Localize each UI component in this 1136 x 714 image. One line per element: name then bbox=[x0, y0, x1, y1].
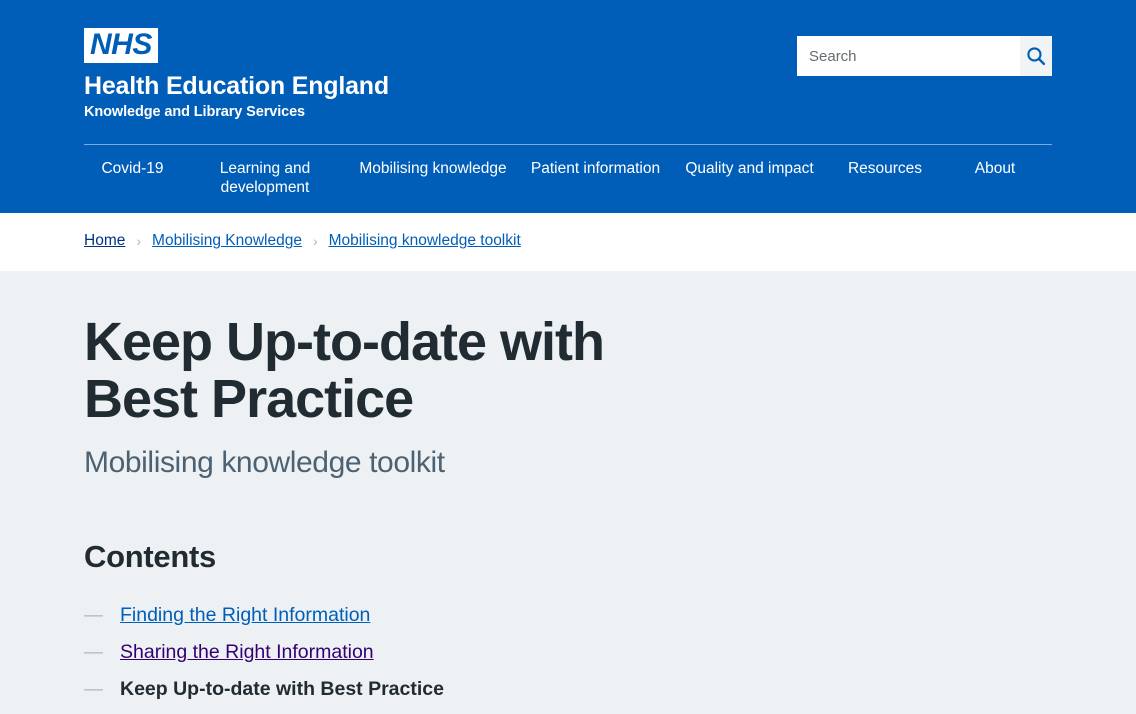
list-item: — Keep Up-to-date with Best Practice bbox=[84, 677, 1052, 714]
search-icon bbox=[1025, 45, 1047, 67]
page-title: Keep Up-to-date with Best Practice bbox=[84, 312, 605, 429]
main-content: Keep Up-to-date with Best Practice Mobil… bbox=[0, 271, 1136, 714]
search-submit-button[interactable] bbox=[1020, 36, 1052, 76]
nav-item-quality-and-impact[interactable]: Quality and impact bbox=[674, 159, 825, 178]
chevron-right-icon: › bbox=[312, 233, 318, 249]
list-item: — Sharing the Right Information bbox=[84, 640, 1052, 677]
nhs-logo-text: NHS bbox=[90, 28, 152, 61]
primary-navigation: Covid-19 Learning and development Mobili… bbox=[84, 145, 1052, 213]
dash-marker-icon: — bbox=[84, 679, 103, 700]
contents-list: — Finding the Right Information — Sharin… bbox=[84, 575, 1052, 714]
header-divider bbox=[84, 144, 1052, 145]
list-item: — Finding the Right Information bbox=[84, 603, 1052, 640]
search-input[interactable] bbox=[797, 36, 1020, 76]
header-top-row: NHS Health Education England Knowledge a… bbox=[84, 0, 1052, 144]
brand-subtitle: Knowledge and Library Services bbox=[84, 104, 306, 120]
nav-item-patient-information[interactable]: Patient information bbox=[517, 159, 674, 178]
nav-item-covid-19[interactable]: Covid-19 bbox=[84, 159, 181, 178]
nav-item-learning-and-development[interactable]: Learning and development bbox=[181, 159, 349, 197]
brand-home-link[interactable]: NHS Health Education England Knowledge a… bbox=[84, 28, 389, 122]
main-inner: Keep Up-to-date with Best Practice Mobil… bbox=[0, 271, 1136, 714]
search-form bbox=[797, 36, 1052, 76]
chevron-right-icon: › bbox=[136, 233, 142, 249]
page-subtitle: Mobilising knowledge toolkit bbox=[84, 446, 445, 479]
header-inner: NHS Health Education England Knowledge a… bbox=[0, 0, 1136, 213]
contents-current-keep-up-to-date-with-best-practice: Keep Up-to-date with Best Practice bbox=[120, 678, 444, 700]
dash-marker-icon: — bbox=[84, 605, 103, 626]
nav-item-resources[interactable]: Resources bbox=[825, 159, 945, 178]
breadcrumb-item-mobilising-knowledge[interactable]: Mobilising Knowledge bbox=[152, 231, 302, 251]
nav-item-about[interactable]: About bbox=[945, 159, 1045, 178]
breadcrumb: Home › Mobilising Knowledge › Mobilising… bbox=[0, 213, 1136, 271]
contents-heading: Contents bbox=[84, 539, 216, 574]
breadcrumb-bar: Home › Mobilising Knowledge › Mobilising… bbox=[0, 213, 1136, 271]
dash-marker-icon: — bbox=[84, 642, 103, 663]
contents-link-sharing-the-right-information[interactable]: Sharing the Right Information bbox=[120, 640, 374, 664]
contents-link-finding-the-right-information[interactable]: Finding the Right Information bbox=[120, 603, 370, 627]
breadcrumb-item-home[interactable]: Home bbox=[84, 231, 125, 251]
brand-title: Health Education England bbox=[84, 72, 389, 100]
nhs-logo: NHS bbox=[84, 28, 158, 63]
nav-item-mobilising-knowledge[interactable]: Mobilising knowledge bbox=[349, 159, 517, 178]
breadcrumb-item-mobilising-knowledge-toolkit[interactable]: Mobilising knowledge toolkit bbox=[329, 231, 521, 251]
site-header: NHS Health Education England Knowledge a… bbox=[0, 0, 1136, 213]
